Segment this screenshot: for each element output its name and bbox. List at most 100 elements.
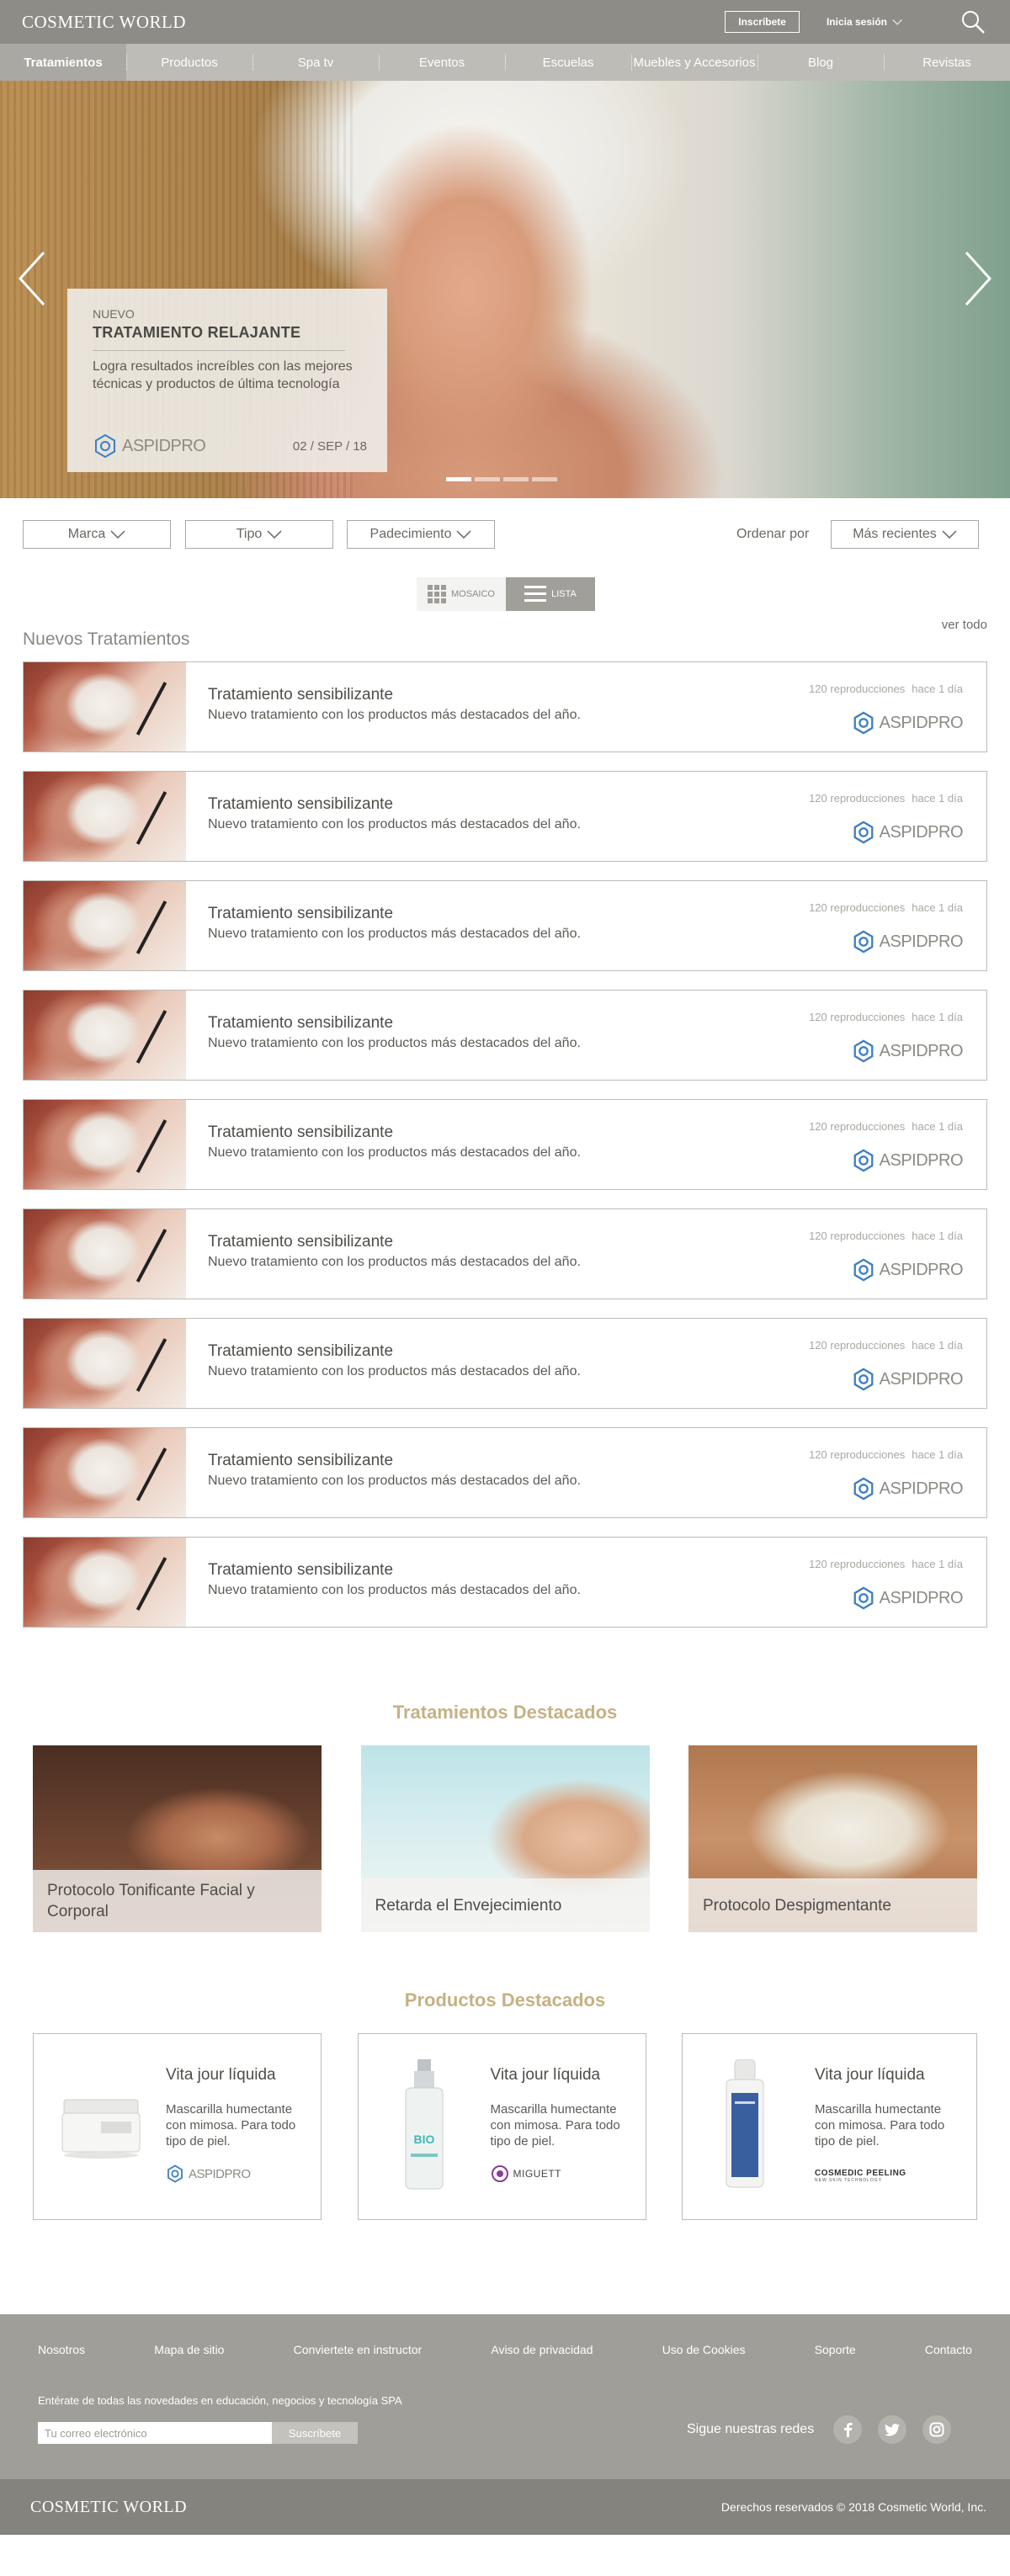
row-body: Tratamiento sensibilizante Nuevo tratamie… <box>186 881 986 970</box>
product-name: Vita jour líquida <box>166 2066 276 2084</box>
mosaic-view-button[interactable]: MOSAICO <box>417 577 506 611</box>
treatment-thumbnail <box>24 1538 186 1627</box>
row-body: Tratamiento sensibilizante Nuevo tratamie… <box>186 1209 986 1299</box>
footer-link-support[interactable]: Soporte <box>815 2343 856 2356</box>
logo-text: ASPIDPRO <box>879 1370 964 1389</box>
play-count: 120 reproducciones <box>809 792 906 805</box>
search-icon[interactable] <box>958 7 988 37</box>
aspidpro-mark-icon <box>853 1368 874 1391</box>
logo-text: ASPIDPRO <box>189 2166 251 2181</box>
main-nav: Tratamientos Productos Spa tv Eventos Es… <box>0 44 1010 81</box>
treatment-row[interactable]: Tratamiento sensibilizante Nuevo tratamie… <box>23 1099 987 1190</box>
nav-item-spa-tv[interactable]: Spa tv <box>252 44 379 81</box>
play-count: 120 reproducciones <box>809 1120 906 1133</box>
login-menu[interactable]: Inicia sesión <box>827 15 902 28</box>
nav-item-escuelas[interactable]: Escuelas <box>505 44 631 81</box>
aspidpro-mark-icon <box>853 821 874 844</box>
nav-item-blog[interactable]: Blog <box>758 44 884 81</box>
featured-treatment-card[interactable]: Protocolo Despigmentante <box>688 1745 977 1932</box>
section-title: Nuevos Tratamientos <box>23 629 190 649</box>
nav-item-tratamientos[interactable]: Tratamientos <box>0 44 126 81</box>
carousel-prev-arrow-icon[interactable] <box>15 249 49 308</box>
footer-link-contact[interactable]: Contacto <box>925 2343 972 2356</box>
card-caption: Retarda el Envejecimiento <box>360 1878 650 1932</box>
row-body: Tratamiento sensibilizante Nuevo tratamie… <box>186 991 986 1080</box>
product-description: Mascarilla humectante con mimosa. Para t… <box>490 2102 620 2148</box>
footer-link-instructor[interactable]: Conviertete en instructor <box>294 2343 423 2356</box>
nav-item-eventos[interactable]: Eventos <box>379 44 505 81</box>
logo-text: ASPIDPRO <box>879 932 964 951</box>
nav-item-productos[interactable]: Productos <box>126 44 252 81</box>
type-filter-dropdown[interactable]: Tipo <box>185 520 333 549</box>
list-view-button[interactable]: LISTA <box>506 577 595 611</box>
logo-subtext: NEW SKIN TECHNOLOGY <box>815 2178 883 2183</box>
treatment-row[interactable]: Tratamiento sensibilizante Nuevo tratamie… <box>23 1427 987 1518</box>
carousel-dot[interactable] <box>503 477 529 481</box>
carousel-next-arrow-icon[interactable] <box>961 249 995 308</box>
treatment-thumbnail <box>24 1100 186 1189</box>
aspidpro-logo: ASPIDPRO <box>852 1258 964 1282</box>
product-card[interactable]: Vita jour líquida Mascarilla humectante … <box>682 2033 977 2220</box>
hero-kicker: NUEVO <box>93 307 135 321</box>
aspidpro-mark-icon <box>853 1149 874 1172</box>
see-all-link[interactable]: ver todo <box>942 618 987 632</box>
product-name: Vita jour líquida <box>815 2066 925 2084</box>
condition-filter-dropdown[interactable]: Padecimiento <box>347 520 495 549</box>
brand-filter-dropdown[interactable]: Marca <box>23 520 171 549</box>
play-count: 120 reproducciones <box>809 683 906 695</box>
chevron-down-icon <box>942 530 957 539</box>
carousel-dot[interactable] <box>446 477 471 481</box>
sort-dropdown[interactable]: Más recientes <box>831 520 979 549</box>
instagram-icon[interactable] <box>922 2415 951 2444</box>
nav-item-muebles[interactable]: Muebles y Accesorios <box>631 44 758 81</box>
play-count: 120 reproducciones <box>809 1230 906 1242</box>
subscribe-button[interactable]: Suscríbete <box>272 2422 358 2444</box>
top-bar: COSMETIC WORLD Inscríbete Inicia sesión <box>0 0 1010 44</box>
featured-treatment-card[interactable]: Protocolo Tonificante Facial y Corporal <box>33 1745 322 1932</box>
footer-link-sitemap[interactable]: Mapa de sitio <box>154 2343 224 2356</box>
treatment-row[interactable]: Tratamiento sensibilizante Nuevo tratamie… <box>23 880 987 971</box>
footer-link-privacy[interactable]: Aviso de privacidad <box>491 2343 593 2356</box>
aspidpro-logo: ASPIDPRO <box>852 930 964 953</box>
divider <box>93 350 345 351</box>
treatment-row[interactable]: Tratamiento sensibilizante Nuevo tratamie… <box>23 1537 987 1628</box>
footer-link-cookies[interactable]: Uso de Cookies <box>662 2343 746 2356</box>
nav-item-revistas[interactable]: Revistas <box>884 44 1010 81</box>
treatment-meta: 120 reproducciones hace 1 día <box>809 901 963 914</box>
treatment-row[interactable]: Tratamiento sensibilizante Nuevo tratamie… <box>23 1208 987 1299</box>
email-field[interactable] <box>38 2422 272 2444</box>
hero-card[interactable]: NUEVO TRATAMIENTO RELAJANTE Logra result… <box>67 289 387 472</box>
treatment-row[interactable]: Tratamiento sensibilizante Nuevo tratamie… <box>23 771 987 862</box>
footer-brand[interactable]: COSMETIC WORLD <box>30 2498 187 2517</box>
treatment-meta: 120 reproducciones hace 1 día <box>809 1339 963 1352</box>
sort-value: Más recientes <box>853 527 937 541</box>
logo-text: ASPIDPRO <box>879 1042 964 1060</box>
product-card[interactable]: Vita jour líquida Mascarilla humectante … <box>33 2033 322 2220</box>
footer-link-nosotros[interactable]: Nosotros <box>38 2343 85 2356</box>
facebook-icon[interactable] <box>833 2415 862 2444</box>
aspidpro-mark-icon <box>167 2164 183 2183</box>
aspidpro-mark-icon <box>853 711 874 735</box>
play-count: 120 reproducciones <box>809 1339 906 1352</box>
twitter-icon[interactable] <box>878 2415 906 2444</box>
card-caption: Protocolo Despigmentante <box>688 1878 977 1932</box>
newsletter-text: Entérate de todas las novedades en educa… <box>38 2394 402 2407</box>
logo-text: ASPIDPRO <box>122 437 206 455</box>
carousel-dot[interactable] <box>475 477 500 481</box>
product-card[interactable]: BIO Vita jour líquida Mascarilla humecta… <box>357 2033 646 2220</box>
treatment-row[interactable]: Tratamiento sensibilizante Nuevo tratamie… <box>23 1318 987 1409</box>
miguett-logo: MIGUETT <box>491 2164 562 2183</box>
list-icon <box>524 586 547 602</box>
treatment-meta: 120 reproducciones hace 1 día <box>809 1558 963 1570</box>
play-count: 120 reproducciones <box>809 901 906 914</box>
signup-button[interactable]: Inscríbete <box>725 11 800 33</box>
site-footer: Nosotros Mapa de sitio Conviertete en in… <box>0 2314 1010 2479</box>
brand-logo[interactable]: COSMETIC WORLD <box>22 12 186 33</box>
post-age: hace 1 día <box>912 1448 963 1461</box>
treatment-meta: 120 reproducciones hace 1 día <box>809 1448 963 1461</box>
treatment-row[interactable]: Tratamiento sensibilizante Nuevo tratamie… <box>23 661 987 752</box>
treatment-row[interactable]: Tratamiento sensibilizante Nuevo tratamie… <box>23 990 987 1081</box>
featured-treatment-card[interactable]: Retarda el Envejecimiento <box>360 1745 650 1932</box>
chevron-down-icon <box>110 530 125 539</box>
carousel-dot[interactable] <box>532 477 557 481</box>
